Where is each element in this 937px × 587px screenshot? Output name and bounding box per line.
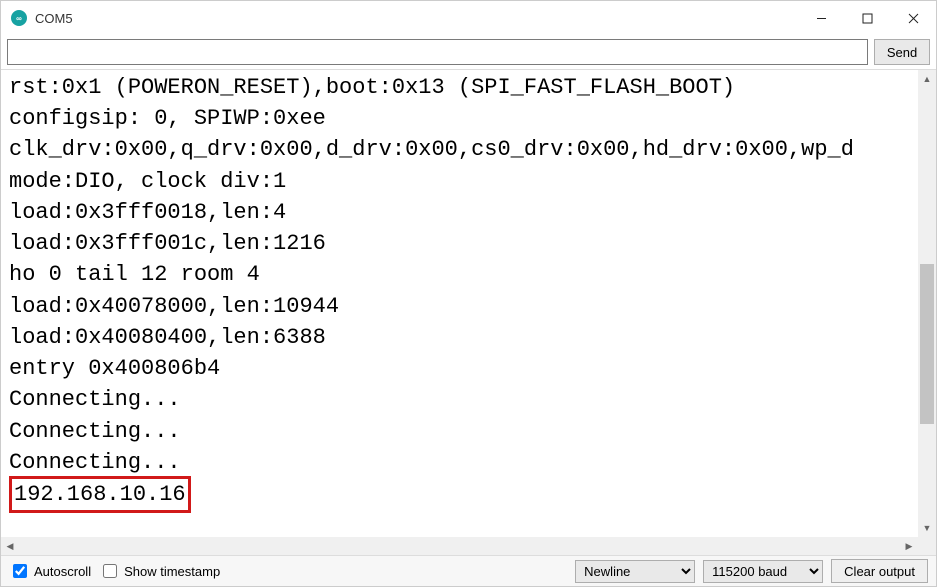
window-title: COM5 bbox=[35, 11, 73, 26]
command-input[interactable] bbox=[7, 39, 868, 65]
window-controls bbox=[798, 2, 936, 34]
autoscroll-checkbox[interactable]: Autoscroll bbox=[9, 561, 91, 581]
scroll-thumb-vertical[interactable] bbox=[920, 264, 934, 424]
send-button[interactable]: Send bbox=[874, 39, 930, 65]
input-bar: Send bbox=[1, 35, 936, 69]
output-line: load:0x3fff0018,len:4 bbox=[9, 197, 918, 228]
arduino-icon: ∞ bbox=[11, 10, 27, 26]
line-ending-select[interactable]: Newline bbox=[575, 560, 695, 583]
output-line: load:0x40078000,len:10944 bbox=[9, 291, 918, 322]
autoscroll-label: Autoscroll bbox=[34, 564, 91, 579]
output-line: clk_drv:0x00,q_drv:0x00,d_drv:0x00,cs0_d… bbox=[9, 134, 918, 165]
scroll-corner bbox=[918, 537, 936, 555]
show-timestamp-label: Show timestamp bbox=[124, 564, 220, 579]
output-line: Connecting... bbox=[9, 384, 918, 415]
serial-monitor-window: ∞ COM5 Send rst:0x1 (POWERON_RESET),boot… bbox=[0, 0, 937, 587]
bottom-bar: Autoscroll Show timestamp Newline 115200… bbox=[1, 556, 936, 586]
vertical-scrollbar[interactable]: ▲ ▼ bbox=[918, 70, 936, 537]
output-line: mode:DIO, clock div:1 bbox=[9, 166, 918, 197]
output-text[interactable]: rst:0x1 (POWERON_RESET),boot:0x13 (SPI_F… bbox=[1, 70, 918, 537]
clear-output-button[interactable]: Clear output bbox=[831, 559, 928, 583]
scroll-down-icon[interactable]: ▼ bbox=[918, 519, 936, 537]
scroll-right-icon[interactable]: ▶ bbox=[900, 537, 918, 555]
horizontal-scrollbar[interactable]: ◀ ▶ bbox=[1, 537, 918, 555]
close-button[interactable] bbox=[890, 2, 936, 34]
output-line: load:0x40080400,len:6388 bbox=[9, 322, 918, 353]
autoscroll-input[interactable] bbox=[13, 564, 27, 578]
output-line: rst:0x1 (POWERON_RESET),boot:0x13 (SPI_F… bbox=[9, 72, 918, 103]
output-area: rst:0x1 (POWERON_RESET),boot:0x13 (SPI_F… bbox=[1, 69, 936, 556]
scroll-left-icon[interactable]: ◀ bbox=[1, 537, 19, 555]
output-line: Connecting... bbox=[9, 416, 918, 447]
ip-address-highlight: 192.168.10.16 bbox=[9, 476, 191, 513]
show-timestamp-input[interactable] bbox=[103, 564, 117, 578]
output-line: Connecting... bbox=[9, 447, 918, 478]
output-line: ho 0 tail 12 room 4 bbox=[9, 259, 918, 290]
output-line: entry 0x400806b4 bbox=[9, 353, 918, 384]
output-line: 192.168.10.16 bbox=[9, 478, 918, 513]
output-line: load:0x3fff001c,len:1216 bbox=[9, 228, 918, 259]
titlebar: ∞ COM5 bbox=[1, 1, 936, 35]
scroll-up-icon[interactable]: ▲ bbox=[918, 70, 936, 88]
minimize-button[interactable] bbox=[798, 2, 844, 34]
baud-rate-select[interactable]: 115200 baud bbox=[703, 560, 823, 583]
output-line: configsip: 0, SPIWP:0xee bbox=[9, 103, 918, 134]
show-timestamp-checkbox[interactable]: Show timestamp bbox=[99, 561, 220, 581]
maximize-button[interactable] bbox=[844, 2, 890, 34]
